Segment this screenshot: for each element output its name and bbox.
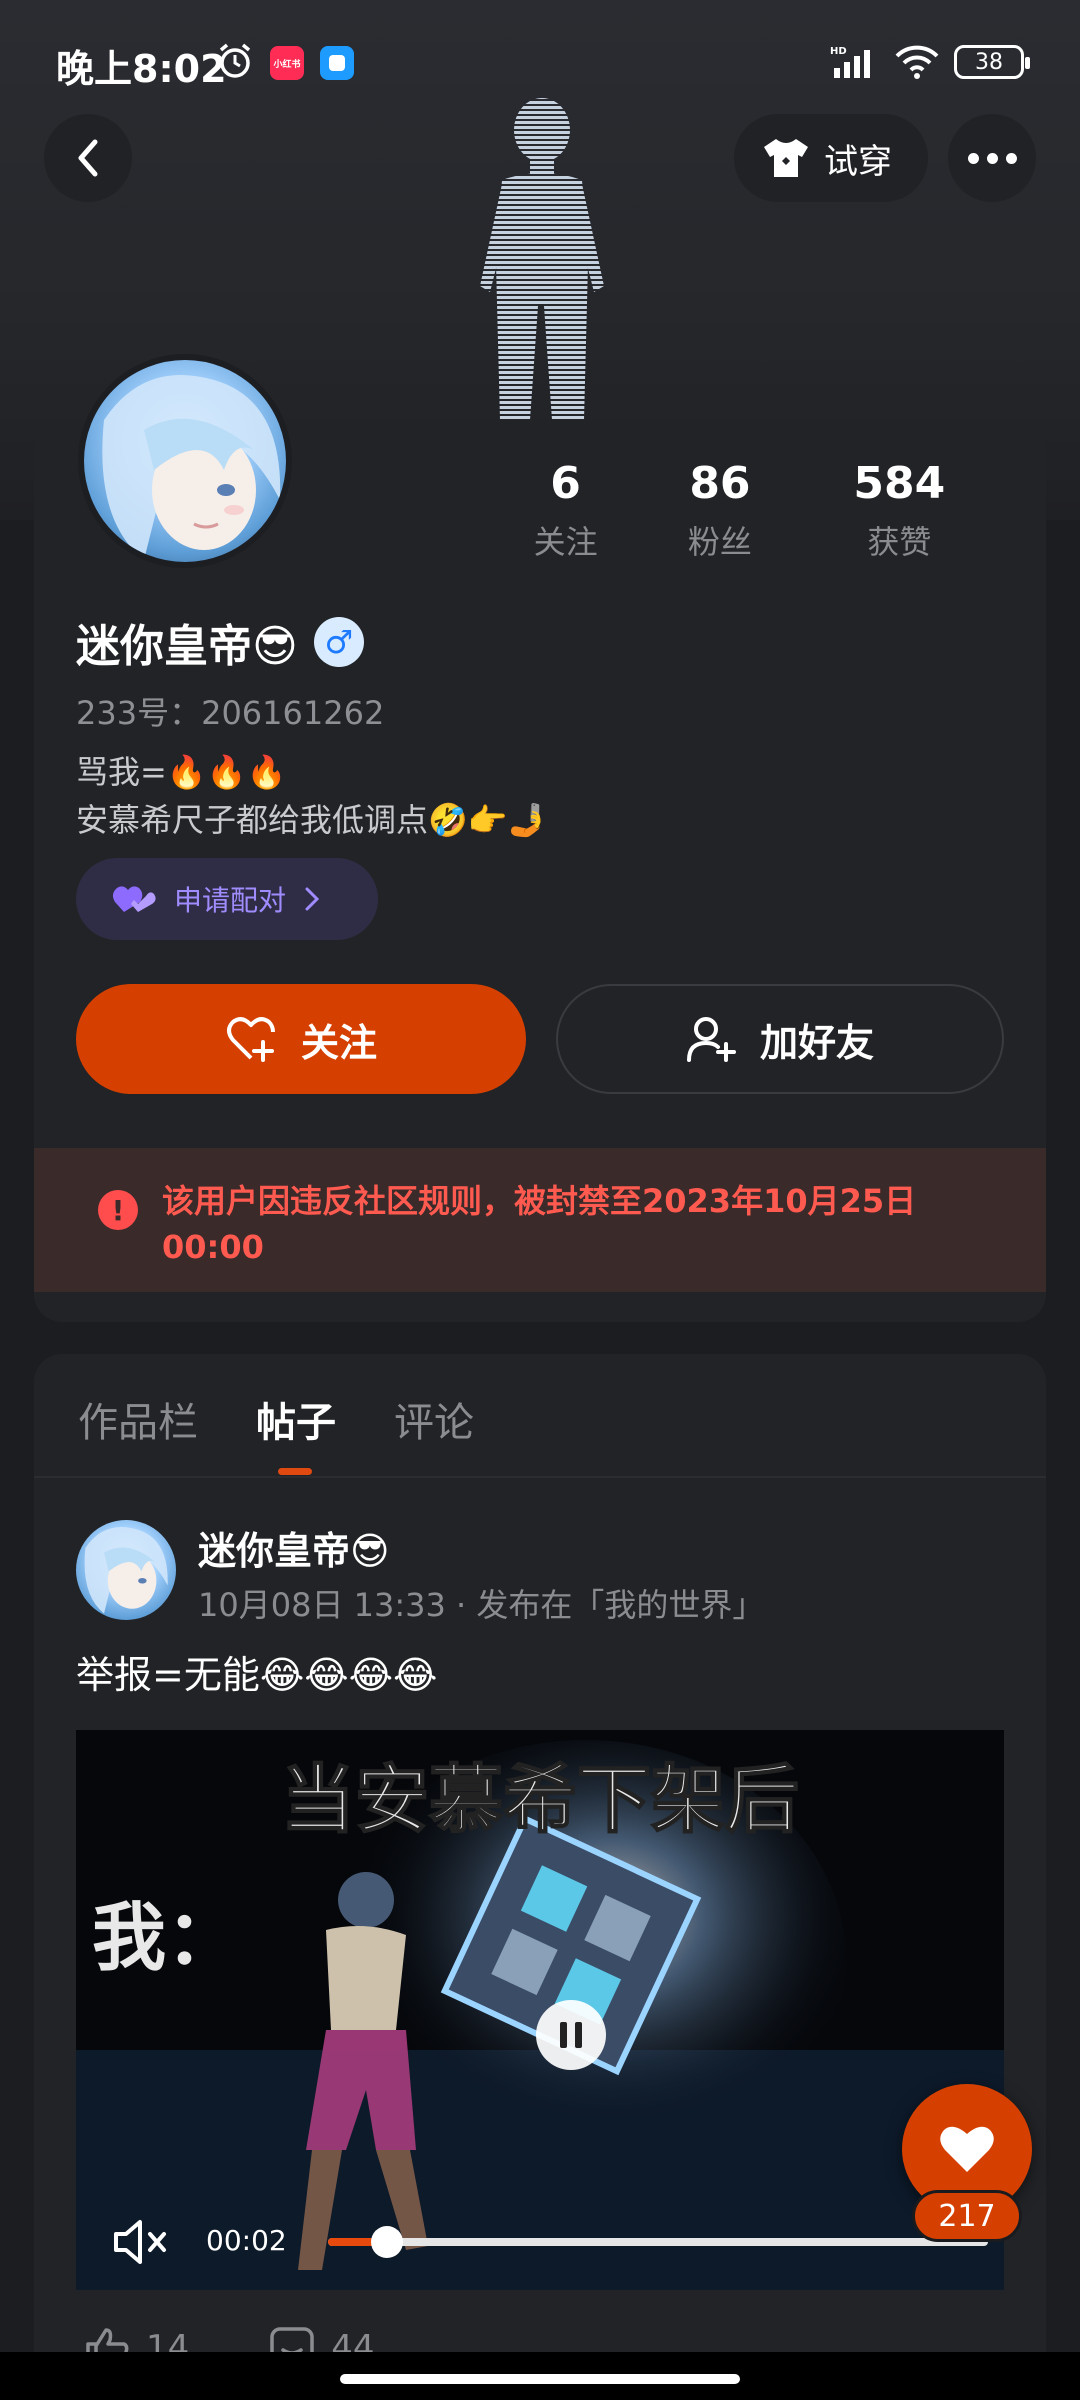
avatar[interactable] [78,354,292,568]
anime-avatar-image [84,1527,168,1614]
like-count-badge: 217 [912,2190,1022,2242]
bio-line: 骂我=🔥🔥🔥 [76,753,287,791]
active-tab-indicator [278,1468,312,1475]
stat-following[interactable]: 6 关注 [500,458,631,563]
bio-line: 安慕希尺子都给我低调点🤣👉🤳 [76,801,548,839]
tab-works[interactable]: 作品栏 [78,1390,198,1448]
profile-bio: 骂我=🔥🔥🔥 安慕希尺子都给我低调点🤣👉🤳 [76,748,548,844]
likes-count: 584 [853,458,946,509]
tab-comments[interactable]: 评论 [394,1390,474,1448]
mute-icon[interactable] [112,2216,170,2268]
more-dot-icon [967,152,979,164]
tab-posts[interactable]: 帖子 [256,1390,336,1448]
signal-icon: HD [830,46,870,78]
post-author-name[interactable]: 迷你皇帝😎 [198,1520,390,1575]
tshirt-icon [764,139,808,177]
status-time: 晚上8:02 [56,47,227,91]
video-side-text: 我： [92,1895,240,1981]
feed-tabs: 作品栏 帖子 评论 [78,1390,474,1448]
follow-label: 关注 [300,1020,377,1065]
pause-icon [560,2022,567,2048]
stat-likes[interactable]: 584 获赞 [809,458,990,563]
xiaohongshu-icon: 小红书 [270,46,304,80]
following-label: 关注 [533,523,598,561]
warning-icon: ! [98,1190,138,1230]
video-progress-bar[interactable] [328,2226,988,2258]
likes-label: 获赞 [867,523,932,561]
profile-username: 迷你皇帝😎 ♂ [76,610,364,674]
post-author-avatar[interactable] [76,1520,176,1620]
add-friend-label: 加好友 [759,1020,874,1065]
more-options-button[interactable] [948,114,1036,202]
double-heart-icon [112,886,156,912]
ban-notice: ! 该用户因违反社区规则，被封禁至2023年10月25日 00:00 [34,1148,1046,1292]
feed-card: 作品栏 帖子 评论 迷你皇帝😎 10月08日 13:33 · 发布在「我的世界」… [34,1354,1046,2400]
post-video[interactable]: 当安慕希下架后 我： 00:02 [76,1730,1004,2290]
try-on-label: 试穿 [824,141,892,182]
male-gender-icon: ♂ [313,617,364,667]
pause-icon [575,2022,582,2048]
post-text: 举报=无能😂😂😂😂 [76,1653,438,1697]
add-user-icon [686,1017,736,1062]
wifi-icon [895,45,939,79]
svg-text:HD: HD [830,46,847,57]
profile-stats: 6 关注 86 粉丝 584 获赞 [500,458,990,563]
follow-button[interactable]: 关注 [76,984,526,1094]
back-button[interactable] [44,114,132,202]
heart-icon [940,2126,994,2172]
pause-button[interactable] [536,2000,606,2070]
following-count: 6 [550,458,581,509]
video-caption: 当安慕希下架后 [280,1756,800,1844]
username-text: 迷你皇帝😎 [76,621,298,672]
user-id[interactable]: 233号：206161262 [76,688,384,734]
add-friend-button[interactable]: 加好友 [556,984,1004,1094]
followers-count: 86 [689,458,751,509]
request-pair-label: 申请配对 [174,884,287,917]
ban-notice-text: 该用户因违反社区规则，被封禁至2023年10月25日 00:00 [162,1182,917,1266]
stat-followers[interactable]: 86 粉丝 [631,458,808,563]
more-dot-icon [986,152,998,164]
app-notification-icon [320,46,354,80]
home-indicator[interactable] [340,2374,740,2384]
alarm-icon [219,43,251,78]
request-pair-button[interactable]: 申请配对 [76,858,378,940]
chevron-left-icon [78,139,98,177]
more-dot-icon [1005,152,1017,164]
3d-avatar-model[interactable] [450,96,630,420]
chevron-right-icon [305,887,320,911]
post-meta: 10月08日 13:33 · 发布在「我的世界」 [198,1586,765,1624]
heart-plus-icon [226,1017,275,1062]
followers-label: 粉丝 [687,523,752,561]
try-on-button[interactable]: 试穿 [734,114,928,202]
tabs-divider [34,1476,1046,1478]
video-time: 00:02 [206,2224,287,2257]
battery-indicator: 38 [954,45,1030,79]
status-indicators: HD 38 [830,44,1030,80]
